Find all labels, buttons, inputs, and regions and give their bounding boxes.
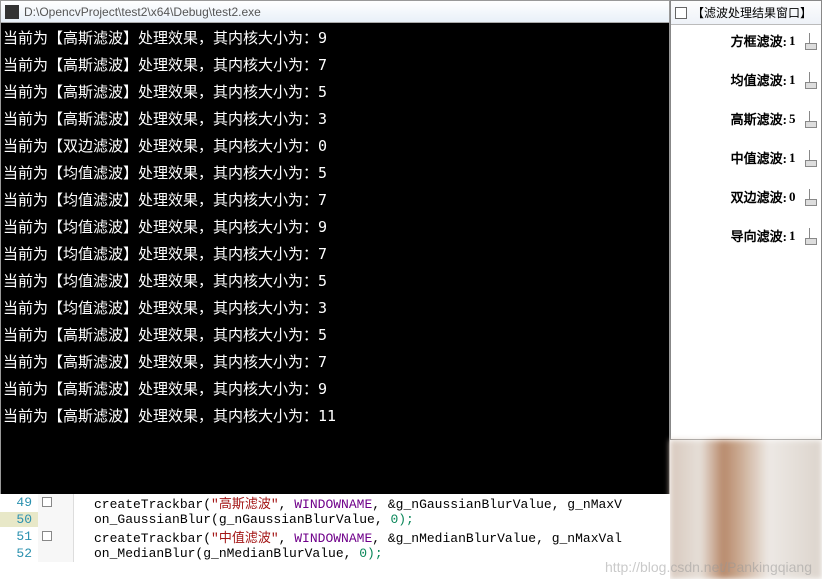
slider-track[interactable]: [805, 111, 815, 127]
code-line: 52 on_MedianBlur(g_nMedianBlurValue, 0);: [0, 545, 670, 562]
console-line: 当前为【均值滤波】处理效果，其内核大小为：5: [1, 268, 669, 295]
gutter-bar: [38, 545, 74, 562]
result-window: 【滤波处理结果窗口】 方框滤波: 1 均值滤波: 1 高斯滤波: 5 中值滤波:…: [670, 0, 822, 440]
line-number: 52: [0, 546, 38, 561]
slider-mean-filter: 均值滤波: 1: [673, 70, 819, 89]
console-titlebar[interactable]: D:\OpencvProject\test2\x64\Debug\test2.e…: [1, 1, 669, 23]
result-title-text: 【滤波处理结果窗口】: [692, 4, 812, 21]
slider-track[interactable]: [805, 228, 815, 244]
slider-value: 1: [789, 72, 801, 88]
line-number: 50: [0, 512, 38, 527]
slider-bilateral-filter: 双边滤波: 0: [673, 187, 819, 206]
result-body: 方框滤波: 1 均值滤波: 1 高斯滤波: 5 中值滤波: 1 双边滤波: 0 …: [671, 25, 821, 271]
slider-track[interactable]: [805, 150, 815, 166]
console-line: 当前为【高斯滤波】处理效果，其内核大小为：9: [1, 25, 669, 52]
code-text[interactable]: on_MedianBlur(g_nMedianBlurValue, 0);: [74, 546, 383, 561]
slider-label: 双边滤波:: [731, 187, 787, 206]
slider-label: 均值滤波:: [731, 70, 787, 89]
console-line: 当前为【双边滤波】处理效果，其内核大小为：0: [1, 133, 669, 160]
console-line: 当前为【均值滤波】处理效果，其内核大小为：9: [1, 214, 669, 241]
slider-value: 5: [789, 111, 801, 127]
slider-label: 导向滤波:: [731, 226, 787, 245]
code-text[interactable]: createTrackbar("高斯滤波", WINDOWNAME, &g_nG…: [74, 494, 622, 512]
console-line: 当前为【高斯滤波】处理效果，其内核大小为：3: [1, 106, 669, 133]
console-line: 当前为【高斯滤波】处理效果，其内核大小为：11: [1, 403, 669, 430]
line-number: 49: [0, 495, 38, 510]
code-line: 49 createTrackbar("高斯滤波", WINDOWNAME, &g…: [0, 494, 670, 511]
console-line: 当前为【高斯滤波】处理效果，其内核大小为：9: [1, 376, 669, 403]
console-line: 当前为【高斯滤波】处理效果，其内核大小为：5: [1, 79, 669, 106]
console-line: 当前为【均值滤波】处理效果，其内核大小为：7: [1, 187, 669, 214]
code-line: 50 on_GaussianBlur(g_nGaussianBlurValue,…: [0, 511, 670, 528]
slider-box-filter: 方框滤波: 1: [673, 31, 819, 50]
console-window: D:\OpencvProject\test2\x64\Debug\test2.e…: [0, 0, 670, 494]
code-line: 51 createTrackbar("中值滤波", WINDOWNAME, &g…: [0, 528, 670, 545]
console-line: 当前为【高斯滤波】处理效果，其内核大小为：7: [1, 52, 669, 79]
gutter-bar: [38, 528, 74, 545]
result-titlebar[interactable]: 【滤波处理结果窗口】: [671, 1, 821, 25]
line-number: 51: [0, 529, 38, 544]
slider-median-filter: 中值滤波: 1: [673, 148, 819, 167]
console-line: 当前为【均值滤波】处理效果，其内核大小为：3: [1, 295, 669, 322]
app-icon: [5, 5, 19, 19]
slider-track[interactable]: [805, 189, 815, 205]
slider-value: 0: [789, 189, 801, 205]
console-line: 当前为【均值滤波】处理效果，其内核大小为：7: [1, 241, 669, 268]
window-icon: [675, 7, 687, 19]
slider-track[interactable]: [805, 33, 815, 49]
slider-label: 中值滤波:: [731, 148, 787, 167]
image-preview: [670, 440, 822, 579]
console-line: 当前为【高斯滤波】处理效果，其内核大小为：7: [1, 349, 669, 376]
slider-track[interactable]: [805, 72, 815, 88]
slider-gaussian-filter: 高斯滤波: 5: [673, 109, 819, 128]
slider-guided-filter: 导向滤波: 1: [673, 226, 819, 245]
code-text[interactable]: createTrackbar("中值滤波", WINDOWNAME, &g_nM…: [74, 527, 622, 546]
slider-label: 高斯滤波:: [731, 109, 787, 128]
slider-value: 1: [789, 228, 801, 244]
console-body[interactable]: 当前为【高斯滤波】处理效果，其内核大小为：9 当前为【高斯滤波】处理效果，其内核…: [1, 23, 669, 495]
breakpoint-marker[interactable]: [42, 497, 52, 507]
slider-label: 方框滤波:: [731, 31, 787, 50]
code-text[interactable]: on_GaussianBlur(g_nGaussianBlurValue, 0)…: [74, 512, 414, 527]
slider-value: 1: [789, 150, 801, 166]
console-line: 当前为【均值滤波】处理效果，其内核大小为：5: [1, 160, 669, 187]
console-title-text: D:\OpencvProject\test2\x64\Debug\test2.e…: [24, 5, 261, 19]
slider-value: 1: [789, 33, 801, 49]
console-line: 当前为【高斯滤波】处理效果，其内核大小为：5: [1, 322, 669, 349]
code-editor[interactable]: 49 createTrackbar("高斯滤波", WINDOWNAME, &g…: [0, 494, 670, 579]
gutter-bar: [38, 494, 74, 511]
breakpoint-marker[interactable]: [42, 531, 52, 541]
gutter-bar: [38, 511, 74, 528]
